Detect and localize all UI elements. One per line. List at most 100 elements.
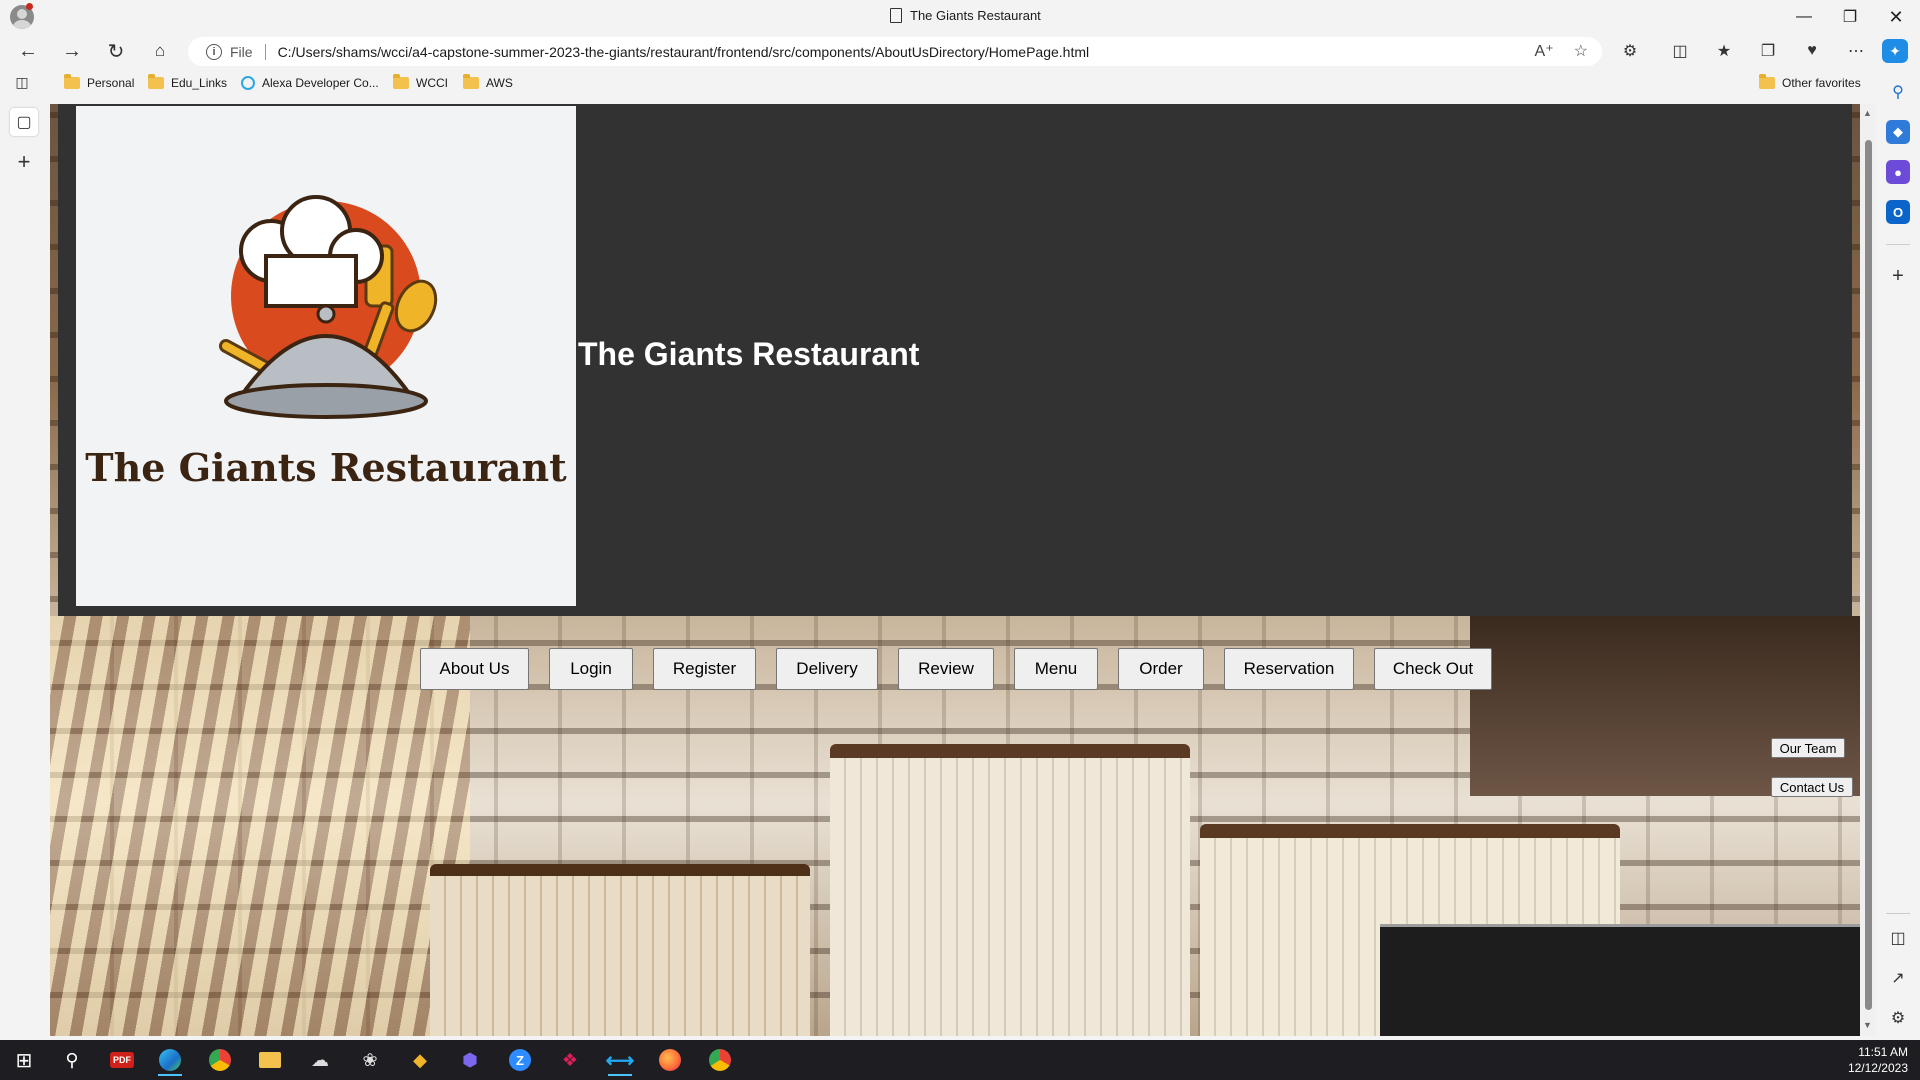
folder-icon: [148, 74, 164, 89]
pdf-app-icon[interactable]: PDF: [102, 1044, 142, 1076]
site-header: The Giants Restaurant The Giants Restaur…: [58, 104, 1852, 616]
address-bar[interactable]: i File C:/Users/shams/wcci/a4-capstone-s…: [188, 37, 1602, 66]
favorite-star-icon[interactable]: ☆: [1574, 41, 1588, 61]
app-icon[interactable]: ◆: [400, 1044, 440, 1076]
logo-wordmark: The Giants Restaurant: [85, 445, 567, 490]
nav-about-us-button[interactable]: About Us: [420, 648, 529, 690]
nav-review-button[interactable]: Review: [898, 648, 994, 690]
slack-app-icon[interactable]: ❖: [550, 1044, 590, 1076]
home-button[interactable]: ⌂: [144, 36, 176, 66]
table-image: [1380, 924, 1860, 1036]
scroll-up-arrow-icon[interactable]: ▲: [1863, 108, 1872, 118]
nav-menu-button[interactable]: Menu: [1014, 648, 1098, 690]
nav-delivery-button[interactable]: Delivery: [776, 648, 878, 690]
split-screen-icon[interactable]: ◫: [1664, 36, 1696, 66]
minimize-button[interactable]: —: [1782, 0, 1826, 34]
collections-icon[interactable]: ❐: [1752, 36, 1784, 66]
folder-icon: [64, 74, 80, 89]
hide-sidebar-icon[interactable]: ◫: [1886, 926, 1910, 950]
favorite-wcci[interactable]: WCCI: [393, 74, 448, 90]
favorite-edu-links[interactable]: Edu_Links: [148, 74, 228, 90]
document-icon: [890, 8, 902, 23]
read-aloud-icon[interactable]: A⁺: [1535, 41, 1554, 61]
favorite-aws[interactable]: AWS: [463, 74, 513, 90]
folder-icon: [463, 74, 479, 89]
clock-date: 12/12/2023: [1847, 1061, 1908, 1075]
sidebar-divider: [1886, 244, 1910, 245]
windows-taskbar: ⊞ ⚲ PDF ☁ ❀ ◆ ⬢ Z ❖ ⟷ 11:51 AM 12/12/202…: [0, 1040, 1920, 1080]
shopping-icon[interactable]: ◆: [1886, 120, 1910, 144]
more-menu-icon[interactable]: ⋯: [1840, 36, 1872, 66]
sidebar-settings-icon[interactable]: ⚙: [1886, 1006, 1910, 1030]
browser-toolbar: ← → ↻ ⌂ i File C:/Users/shams/wcci/a4-ca…: [0, 34, 1920, 68]
favorite-label: Alexa Developer Co...: [262, 76, 379, 90]
nav-reservation-button[interactable]: Reservation: [1224, 648, 1354, 690]
app-icon[interactable]: ⬢: [450, 1044, 490, 1076]
page-tab-icon[interactable]: ▢: [10, 108, 38, 136]
alexa-icon: [241, 76, 255, 90]
sidebar-divider: [1886, 913, 1910, 914]
app-icon[interactable]: ☁: [300, 1044, 340, 1076]
our-team-button[interactable]: Our Team: [1771, 738, 1845, 758]
booth-image: [830, 744, 1190, 1036]
clock-time: 11:51 AM: [1858, 1045, 1908, 1059]
nav-login-button[interactable]: Login: [549, 648, 633, 690]
favorite-label: AWS: [486, 76, 513, 90]
firefox-app-icon[interactable]: [650, 1044, 690, 1076]
page-title: The Giants Restaurant: [578, 336, 920, 372]
favorite-label: Personal: [87, 76, 135, 90]
tab-actions-icon[interactable]: ◫: [10, 70, 34, 94]
tab-title-text: The Giants Restaurant: [910, 8, 1041, 23]
window-light-image: [50, 616, 470, 1036]
forward-button[interactable]: →: [56, 36, 88, 66]
extensions-icon[interactable]: ⚙: [1614, 36, 1646, 66]
restore-button[interactable]: ❐: [1828, 0, 1872, 34]
web-page: The Giants Restaurant The Giants Restaur…: [50, 104, 1860, 1036]
back-button[interactable]: ←: [12, 36, 44, 66]
taskbar-search-icon[interactable]: ⚲: [52, 1044, 92, 1076]
chrome-canary-app-icon[interactable]: [700, 1044, 740, 1076]
windows-start-icon[interactable]: ⊞: [4, 1044, 44, 1076]
taskbar-clock[interactable]: 11:51 AM 12/12/2023: [1848, 1044, 1908, 1076]
nav-order-button[interactable]: Order: [1118, 648, 1204, 690]
favorite-alexa-developer[interactable]: Alexa Developer Co...: [241, 76, 379, 90]
nav-register-button[interactable]: Register: [653, 648, 756, 690]
chrome-app-icon[interactable]: [200, 1044, 240, 1076]
browser-essentials-icon[interactable]: ♥: [1796, 36, 1828, 66]
nav-check-out-button[interactable]: Check Out: [1374, 648, 1492, 690]
browser-title-bar: The Giants Restaurant — ❐ ✕: [0, 0, 1920, 34]
scroll-down-arrow-icon[interactable]: ▼: [1863, 1020, 1872, 1030]
zoom-app-icon[interactable]: Z: [500, 1044, 540, 1076]
restaurant-logo[interactable]: The Giants Restaurant: [76, 106, 576, 606]
folder-icon: [393, 74, 409, 89]
favorite-personal[interactable]: Personal: [64, 74, 135, 90]
new-tab-icon[interactable]: +: [10, 148, 38, 176]
media-app-icon[interactable]: ❀: [350, 1044, 390, 1076]
address-scheme-label: File: [230, 43, 253, 60]
other-favorites-label: Other favorites: [1782, 76, 1861, 90]
notification-dot: [26, 3, 33, 10]
vscode-app-icon[interactable]: ⟷: [600, 1044, 640, 1076]
tab-title[interactable]: The Giants Restaurant: [890, 8, 1041, 23]
open-external-icon[interactable]: ↗: [1886, 966, 1910, 990]
close-window-button[interactable]: ✕: [1874, 0, 1918, 34]
address-url[interactable]: C:/Users/shams/wcci/a4-capstone-summer-2…: [278, 44, 1090, 60]
folder-icon: [1759, 74, 1775, 89]
vertical-tab-strip: ▢ +: [0, 100, 48, 1040]
outlook-icon[interactable]: O: [1886, 200, 1910, 224]
edge-app-icon[interactable]: [150, 1044, 190, 1076]
search-icon[interactable]: ⚲: [1886, 80, 1910, 104]
favorites-icon[interactable]: ★: [1708, 36, 1740, 66]
edge-sidebar: ⚲ ◆ ● O + ◫ ↗ ⚙: [1876, 68, 1920, 1040]
scroll-thumb[interactable]: [1865, 140, 1872, 1010]
favorite-label: Edu_Links: [171, 76, 228, 90]
info-icon[interactable]: i: [206, 43, 222, 60]
add-sidebar-app-icon[interactable]: +: [1886, 264, 1910, 288]
file-explorer-icon[interactable]: [250, 1044, 290, 1076]
copilot-icon[interactable]: ✦: [1882, 39, 1908, 63]
microsoft-365-icon[interactable]: ●: [1886, 160, 1910, 184]
refresh-button[interactable]: ↻: [100, 36, 132, 66]
contact-us-button[interactable]: Contact Us: [1771, 777, 1853, 797]
other-favorites[interactable]: Other favorites: [1759, 74, 1861, 90]
page-scrollbar[interactable]: ▲ ▼: [1860, 104, 1876, 1036]
